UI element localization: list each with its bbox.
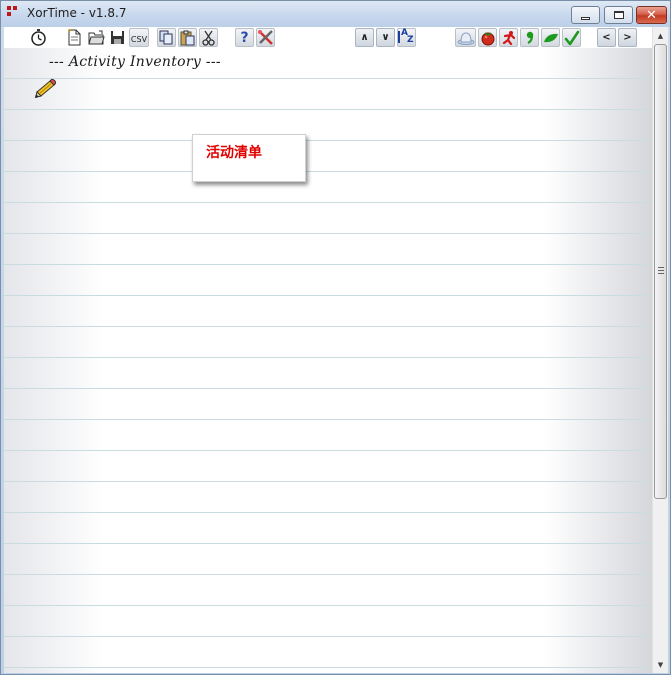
hat-button[interactable] [455, 28, 476, 47]
sort-az-button[interactable]: A Z [397, 28, 416, 47]
move-up-button[interactable]: ∧ [355, 28, 374, 47]
green-checkmark-button[interactable] [562, 28, 581, 47]
scroll-up-button[interactable]: ▲ [653, 27, 668, 44]
move-up-icon: ∧ [360, 31, 369, 43]
close-icon: ✕ [646, 7, 657, 23]
new-file-button[interactable] [65, 28, 84, 47]
close-button[interactable]: ✕ [636, 6, 667, 24]
sort-arrow [398, 31, 400, 43]
green-checkmark-icon [564, 30, 579, 45]
move-down-button[interactable]: ∨ [376, 28, 395, 47]
scroll-down-icon: ▼ [657, 660, 664, 669]
scroll-down-button[interactable]: ▼ [653, 656, 668, 673]
help-icon: ? [240, 29, 249, 46]
cut-button[interactable] [199, 28, 218, 47]
stopwatch-button[interactable] [29, 28, 48, 47]
copy-icon [159, 30, 173, 45]
csv-export-button[interactable]: CSV [129, 28, 149, 47]
minimize-button[interactable] [571, 6, 600, 24]
save-icon [111, 31, 124, 44]
help-button[interactable]: ? [235, 28, 254, 47]
red-figure-button[interactable] [499, 28, 518, 47]
sort-letter-z: Z [407, 35, 414, 45]
sort-az-icon: A Z [398, 29, 415, 46]
window-title: XorTime - v1.8.7 [27, 6, 127, 20]
green-leaf-icon [543, 33, 558, 42]
settings-icon [258, 30, 273, 45]
app-window: XorTime - v1.8.7 ✕ CSV ? ∧ ∨ A Z < > ---… [0, 0, 671, 675]
activity-note[interactable]: 活动清单 [192, 134, 306, 182]
title-bar[interactable]: XorTime - v1.8.7 ✕ [1, 1, 670, 27]
stopwatch-icon [31, 29, 46, 46]
green-comma-button[interactable] [520, 28, 539, 47]
previous-button[interactable]: < [597, 28, 616, 47]
note-text: 活动清单 [206, 145, 262, 161]
red-figure-icon [502, 30, 515, 45]
next-button[interactable]: > [618, 28, 637, 47]
paste-button[interactable] [178, 28, 197, 47]
save-button[interactable] [108, 28, 127, 47]
csv-export-icon: CSV [130, 35, 148, 44]
move-down-icon: ∨ [381, 31, 390, 43]
paste-icon [180, 30, 195, 45]
scroll-grip-icon [658, 267, 664, 274]
open-folder-button[interactable] [87, 28, 106, 47]
maximize-icon [613, 11, 624, 19]
tomato-icon [481, 31, 494, 45]
app-icon[interactable] [7, 6, 19, 18]
toolbar: CSV ? ∧ ∨ A Z < > [4, 27, 652, 48]
maximize-button[interactable] [604, 6, 633, 24]
page-title: --- Activity Inventory --- [49, 54, 221, 70]
cut-icon [202, 30, 215, 46]
previous-icon: < [602, 31, 611, 43]
minimize-icon [581, 16, 590, 20]
notepad-page[interactable]: --- Activity Inventory --- 活动清单 [4, 48, 652, 673]
vertical-scrollbar[interactable]: ▲ ▼ [652, 27, 668, 673]
settings-button[interactable] [256, 28, 275, 47]
hat-icon [457, 31, 474, 45]
scroll-thumb[interactable] [654, 44, 667, 499]
scroll-up-icon: ▲ [657, 31, 664, 40]
copy-button[interactable] [157, 28, 176, 47]
tomato-button[interactable] [478, 28, 497, 47]
green-leaf-button[interactable] [541, 28, 560, 47]
pencil-icon[interactable] [34, 78, 56, 98]
open-folder-icon [88, 30, 105, 45]
next-icon: > [623, 31, 632, 43]
client-area: CSV ? ∧ ∨ A Z < > --- Activity Inventory… [4, 27, 668, 673]
green-comma-icon [526, 31, 533, 44]
new-file-icon [68, 29, 81, 46]
